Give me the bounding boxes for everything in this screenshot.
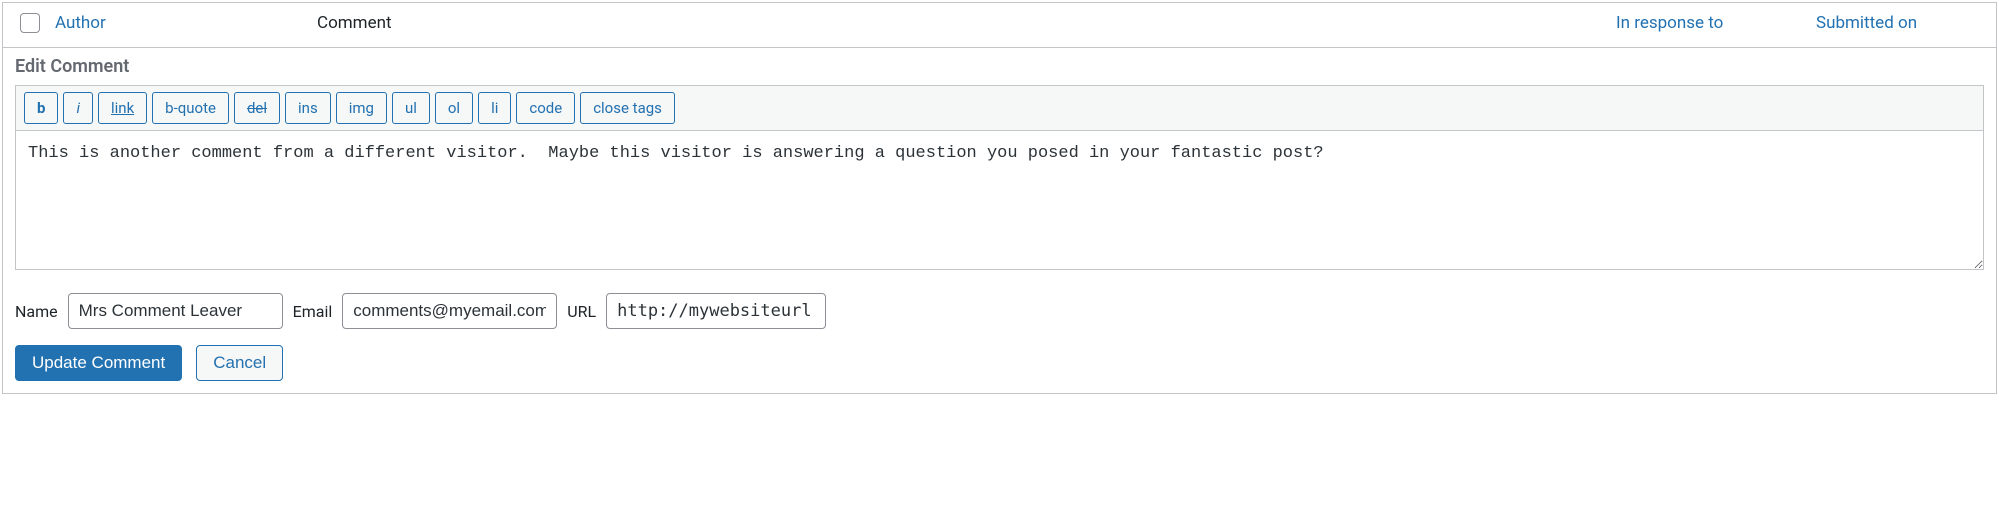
comment-textarea[interactable] [15,130,1984,270]
qt-ul-button[interactable]: ul [392,92,430,124]
column-response[interactable]: In response to [1616,13,1816,33]
email-input[interactable] [342,293,557,329]
select-all-checkbox[interactable] [20,13,40,33]
quicktags-toolbar: b i link b-quote del ins img ul ol li co… [15,85,1984,130]
column-comment: Comment [317,13,1616,33]
column-headers: Author Comment In response to Submitted … [3,3,1996,48]
author-fields-row: Name Email URL [15,293,1984,329]
qt-code-button[interactable]: code [516,92,575,124]
name-label: Name [15,302,58,321]
select-all-cell [13,13,47,33]
email-label: Email [293,302,333,321]
url-input[interactable] [606,293,826,329]
qt-ins-button[interactable]: ins [285,92,331,124]
qt-img-button[interactable]: img [336,92,387,124]
url-label: URL [567,302,596,321]
comments-table-wrap: Author Comment In response to Submitted … [2,2,1997,394]
edit-comment-area: Edit Comment b i link b-quote del ins im… [3,48,1996,393]
qt-close-tags-button[interactable]: close tags [580,92,675,124]
actions-row: Update Comment Cancel [15,345,1984,381]
column-author[interactable]: Author [47,13,317,33]
qt-li-button[interactable]: li [478,92,511,124]
qt-ol-button[interactable]: ol [435,92,473,124]
cancel-button[interactable]: Cancel [196,345,283,381]
qt-bold-button[interactable]: b [24,92,58,124]
qt-del-button[interactable]: del [234,92,280,124]
edit-comment-heading: Edit Comment [15,56,1984,77]
qt-italic-button[interactable]: i [63,92,93,124]
qt-blockquote-button[interactable]: b-quote [152,92,229,124]
column-submitted[interactable]: Submitted on [1816,13,1986,33]
qt-link-button[interactable]: link [98,92,147,124]
update-comment-button[interactable]: Update Comment [15,345,182,381]
name-input[interactable] [68,293,283,329]
